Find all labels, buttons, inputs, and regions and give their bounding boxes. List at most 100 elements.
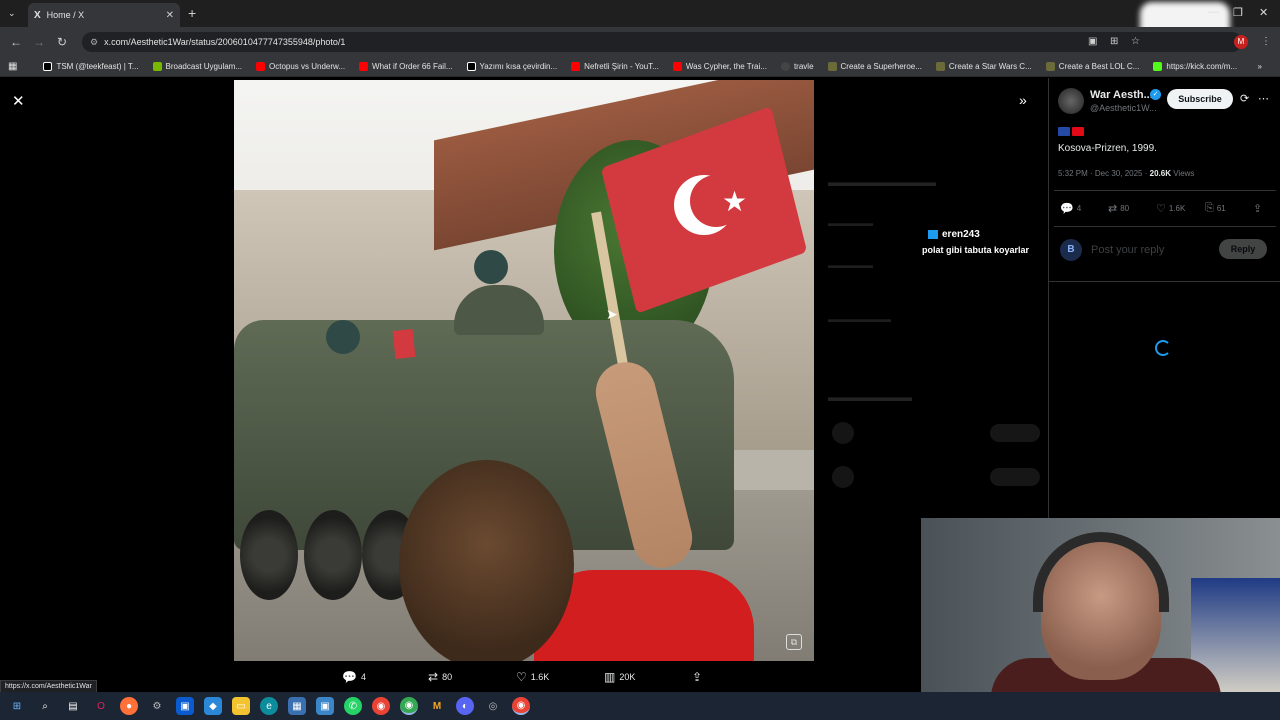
tweet-view-count: 20.6K xyxy=(1149,169,1171,178)
minimize-icon[interactable]: — xyxy=(1208,6,1219,18)
photo-reply-button[interactable]: 💬 4 xyxy=(342,670,366,684)
webcam-overlay xyxy=(921,518,1280,692)
firefox-icon[interactable]: ● xyxy=(120,697,138,715)
translate-icon[interactable]: ⊞ xyxy=(1110,36,1118,47)
bookmark-item[interactable]: Octopus vs Underw... xyxy=(256,61,345,71)
menu-kebab-icon[interactable]: ⋮ xyxy=(1261,36,1271,47)
more-options-icon[interactable]: ⋯ xyxy=(1258,92,1269,105)
page-icon xyxy=(935,61,945,71)
opera-icon[interactable]: O xyxy=(92,697,110,715)
follow-button-dimmed xyxy=(990,468,1040,486)
app-icon[interactable]: M xyxy=(428,697,446,715)
bookmark-item[interactable]: What if Order 66 Fail... xyxy=(359,61,453,71)
tiktok-icon xyxy=(43,61,53,71)
grok-icon[interactable]: ⟳ xyxy=(1240,92,1249,105)
profile-avatar[interactable]: M xyxy=(1234,35,1248,49)
tweet-photo[interactable]: ★ xyxy=(234,80,814,661)
photo-wheel xyxy=(240,510,298,600)
photo-small-flag xyxy=(392,329,416,359)
bookmark-item[interactable]: https://kick.com/m... xyxy=(1153,61,1238,71)
chrome-icon[interactable]: ◉ xyxy=(372,697,390,715)
bookmark-item[interactable]: Yazımı kısa çevirdin... xyxy=(466,61,557,71)
display-name[interactable]: War Aesth... xyxy=(1090,89,1153,101)
app-icon[interactable]: ▦ xyxy=(288,697,306,715)
window-close-icon[interactable]: ✕ xyxy=(1259,6,1268,19)
alt-text-icon[interactable]: ⧉ xyxy=(786,634,802,650)
youtube-icon xyxy=(359,61,369,71)
tab-close-icon[interactable]: ✕ xyxy=(166,10,174,21)
photo-soldier xyxy=(326,320,360,354)
tweet-share-button[interactable]: ⇪ xyxy=(1253,202,1262,215)
bookmark-label: Create a Best LOL C... xyxy=(1058,61,1140,71)
site-info-icon[interactable]: ⚙ xyxy=(90,37,98,48)
reply-count: 4 xyxy=(1076,204,1082,213)
whatsapp-icon[interactable]: ✆ xyxy=(344,697,362,715)
chevron-double-right-icon[interactable]: » xyxy=(1019,92,1027,108)
photo-share-button[interactable]: ⇪ xyxy=(692,670,702,684)
tab-search-icon[interactable]: ⌄ xyxy=(8,8,16,19)
tab-home-x[interactable]: X Home / X ✕ xyxy=(28,3,180,27)
tweet-meta: 5:32 PM · Dec 30, 2025 · 20.6K Views xyxy=(1058,169,1194,178)
file-explorer-icon[interactable]: ▭ xyxy=(232,697,250,715)
user-handle[interactable]: @Aesthetic1W... xyxy=(1090,103,1157,113)
restore-icon[interactable]: ❐ xyxy=(1233,6,1243,19)
tweet-timestamp[interactable]: 5:32 PM · Dec 30, 2025 · xyxy=(1058,169,1147,178)
reload-icon[interactable]: ↻ xyxy=(57,35,67,49)
bookmark-item[interactable]: Was Cypher, the Trai... xyxy=(672,61,767,71)
obs-icon[interactable]: ◎ xyxy=(484,697,502,715)
repost-icon: ⇄ xyxy=(428,670,439,684)
youtube-icon xyxy=(672,61,682,71)
install-icon[interactable]: ▣ xyxy=(1088,36,1097,47)
bookmark-item[interactable]: Create a Star Wars C... xyxy=(935,61,1032,71)
chat-message: polat gibi tabuta koyarlar xyxy=(922,245,1030,255)
bookmark-star-icon[interactable]: ☆ xyxy=(1131,36,1140,47)
reply-input[interactable]: Post your reply xyxy=(1091,244,1164,256)
chrome-icon[interactable]: ◉ xyxy=(512,697,530,715)
photo-views-button[interactable]: ▥ 20K xyxy=(604,670,635,684)
bookmark-item[interactable]: Broadcast Uygulam... xyxy=(152,61,242,71)
avatar[interactable] xyxy=(1058,88,1084,114)
new-tab-button[interactable]: + xyxy=(188,5,196,21)
bookmark-item[interactable]: TSM (@teekfeast) | T... xyxy=(43,61,139,71)
bookmark-item[interactable]: travle xyxy=(780,61,814,71)
task-view-icon[interactable]: ▤ xyxy=(64,697,82,715)
bookmark-label: travle xyxy=(793,61,814,71)
chat-badge-icon xyxy=(928,230,938,239)
subscribe-button[interactable]: Subscribe xyxy=(1167,89,1233,109)
more-bookmarks-icon[interactable]: » xyxy=(1258,62,1262,71)
search-icon[interactable]: ⌕ xyxy=(36,697,54,715)
back-icon[interactable]: ← xyxy=(10,35,22,49)
tweet-bookmark-button[interactable]: ⎘ 61 xyxy=(1205,202,1226,215)
app-icon[interactable]: ▣ xyxy=(316,697,334,715)
bookmark-item[interactable]: Create a Best LOL C... xyxy=(1045,61,1140,71)
edge-icon[interactable]: e xyxy=(260,697,278,715)
tweet-like-button[interactable]: ♡ 1.6K xyxy=(1156,202,1185,215)
reply-button[interactable]: Reply xyxy=(1219,239,1267,259)
tweet-reply-button[interactable]: 💬 4 xyxy=(1060,202,1081,215)
app-icon[interactable]: ◆ xyxy=(204,697,222,715)
verified-badge-icon: ✓ xyxy=(1150,89,1161,100)
bookmark-item[interactable]: Create a Superheroe... xyxy=(827,61,922,71)
trend-dimmed: ▬▬▬▬▬ xyxy=(828,218,873,228)
discord-icon[interactable]: ◐ xyxy=(456,697,474,715)
store-icon[interactable]: ▣ xyxy=(176,697,194,715)
forward-icon[interactable]: → xyxy=(33,35,45,49)
app-icon[interactable]: ⚙ xyxy=(148,697,166,715)
nvidia-icon xyxy=(152,61,162,71)
trend-dimmed: ▬▬▬▬▬▬▬ xyxy=(828,314,891,324)
windows-start-icon[interactable]: ⊞ xyxy=(8,697,26,715)
close-icon[interactable]: ✕ xyxy=(12,92,25,110)
tweet-repost-button[interactable]: ⇄ 80 xyxy=(1108,202,1129,215)
trend-dimmed: ▬▬▬▬▬ xyxy=(828,260,873,270)
compass-icon xyxy=(780,61,790,71)
address-bar[interactable]: ⚙ x.com/Aesthetic1War/status/20060104777… xyxy=(82,32,1242,52)
chrome-icon[interactable]: ◉ xyxy=(400,697,418,715)
apps-grid-icon[interactable]: ▦ xyxy=(8,61,17,72)
bookmark-label: https://kick.com/m... xyxy=(1166,61,1238,71)
photo-repost-button[interactable]: ⇄ 80 xyxy=(428,670,452,684)
mouse-cursor: ➤ xyxy=(606,306,618,322)
bookmark-item[interactable]: Nefretli Şirin - YouT... xyxy=(571,61,659,71)
tab-title: Home / X xyxy=(46,10,85,20)
photo-like-button[interactable]: ♡ 1.6K xyxy=(516,670,549,684)
avatar: B xyxy=(1060,239,1082,261)
